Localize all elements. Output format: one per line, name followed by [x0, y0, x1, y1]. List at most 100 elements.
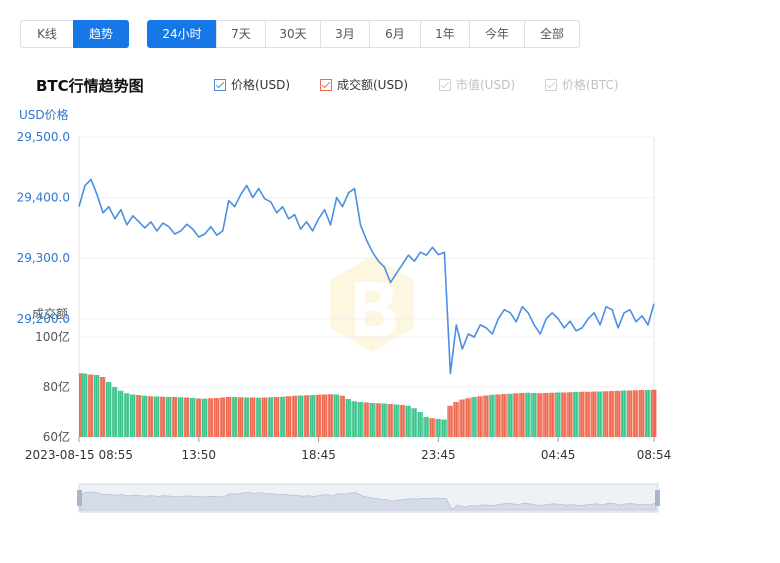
tab-1y[interactable]: 1年 — [420, 20, 470, 48]
volume-bar — [213, 398, 220, 437]
data-zoom-slider[interactable] — [77, 483, 660, 513]
volume-bar — [93, 375, 100, 437]
volume-bar — [99, 377, 106, 437]
x-tick-label: 13:50 — [181, 448, 216, 462]
volume-bar — [651, 389, 657, 437]
x-tick-label: 2023-08-15 08:55 — [25, 448, 133, 462]
volume-bar — [393, 404, 399, 437]
price-tick-label: 29,500.0 — [17, 130, 70, 144]
x-tick-label: 08:54 — [637, 448, 672, 462]
legend-volume-usd[interactable]: 成交额(USD) — [320, 76, 408, 93]
tab-7d[interactable]: 7天 — [216, 20, 266, 48]
tab-3m[interactable]: 3月 — [320, 20, 370, 48]
volume-bar — [309, 395, 315, 437]
volume-bar — [357, 402, 363, 437]
volume-bar — [165, 397, 172, 437]
volume-bar — [363, 402, 369, 437]
volume-bar — [279, 396, 286, 437]
slider-overview-area — [79, 491, 657, 511]
volume-bar — [333, 394, 339, 437]
volume-bar — [561, 392, 567, 437]
tab-ytd[interactable]: 今年 — [469, 20, 525, 48]
checkbox-icon — [545, 78, 557, 91]
volume-bar — [459, 399, 465, 437]
legend-marketcap-usd[interactable]: 市值(USD) — [439, 76, 515, 93]
volume-bar — [201, 398, 208, 437]
volume-bar — [225, 397, 232, 437]
volume-bar — [585, 391, 591, 437]
volume-bar — [633, 390, 639, 437]
volume-bar — [375, 403, 381, 437]
price-tick-label: 29,400.0 — [17, 191, 70, 205]
tab-30d[interactable]: 30天 — [265, 20, 321, 48]
volume-bar — [261, 397, 268, 437]
x-tick-label: 04:45 — [541, 448, 576, 462]
volume-bar — [159, 396, 166, 437]
volume-bar — [483, 395, 489, 437]
tab-6m[interactable]: 6月 — [369, 20, 421, 48]
volume-bar — [603, 391, 609, 437]
volume-bar — [105, 382, 112, 437]
tab-kline[interactable]: K线 — [20, 20, 74, 48]
tab-all[interactable]: 全部 — [524, 20, 580, 48]
volume-bar — [429, 418, 435, 437]
volume-bar — [417, 412, 423, 437]
volume-bar — [573, 392, 579, 437]
volume-bar — [399, 405, 405, 437]
volume-bar — [447, 405, 453, 437]
volume-bar — [621, 390, 627, 437]
volume-bar — [153, 396, 160, 437]
slider-left-handle[interactable] — [77, 490, 82, 506]
volume-bar — [549, 392, 555, 437]
volume-bar — [597, 391, 603, 437]
volume-bar — [285, 396, 292, 437]
volume-bar — [537, 393, 543, 437]
tab-24h[interactable]: 24小时 — [147, 20, 217, 48]
chart-title: BTC行情趋势图 — [36, 77, 144, 95]
volume-bar — [489, 394, 495, 437]
volume-bar — [441, 419, 447, 437]
volume-bar — [639, 390, 645, 437]
volume-bar — [195, 398, 202, 437]
legend-price-btc[interactable]: 价格(BTC) — [545, 76, 619, 93]
volume-bar — [237, 397, 244, 437]
volume-bar — [567, 392, 573, 437]
volume-bar — [501, 394, 507, 437]
price-tick-label: 29,300.0 — [17, 251, 70, 265]
volume-bar — [123, 393, 130, 437]
volume-bar — [645, 390, 651, 437]
volume-bar — [117, 390, 124, 437]
slider-right-handle[interactable] — [655, 490, 660, 506]
volume-bar — [507, 393, 513, 437]
volume-bar — [465, 398, 471, 437]
x-tick-label: 23:45 — [421, 448, 456, 462]
price-tick-label: 29,200.0 — [17, 312, 70, 326]
volume-bar — [519, 393, 525, 437]
legend-price-usd[interactable]: 价格(USD) — [214, 76, 290, 93]
volume-bar — [411, 408, 417, 437]
watermark-logo-icon — [330, 256, 414, 352]
checkbox-icon — [320, 78, 332, 91]
volume-bar — [339, 395, 345, 437]
volume-bar — [555, 392, 561, 437]
price-series-line — [78, 178, 655, 375]
tab-trend[interactable]: 趋势 — [73, 20, 129, 48]
volume-bar — [219, 397, 226, 437]
volume-bar — [369, 403, 375, 437]
price-axis-title: USD价格 — [19, 107, 69, 122]
volume-bar — [525, 392, 531, 437]
volume-bar — [291, 395, 298, 437]
volume-bar — [627, 390, 633, 437]
volume-bar — [207, 398, 214, 437]
volume-bar — [255, 397, 262, 437]
volume-bar — [303, 395, 309, 437]
legend-label: 成交额(USD) — [337, 78, 409, 92]
volume-bar — [615, 390, 621, 437]
volume-bar — [189, 398, 196, 437]
volume-bar — [345, 399, 351, 437]
legend-label: 价格(BTC) — [562, 78, 619, 92]
volume-bar — [495, 394, 501, 437]
volume-bar — [273, 397, 280, 437]
volume-bar — [327, 394, 333, 437]
volume-bar — [453, 402, 459, 437]
